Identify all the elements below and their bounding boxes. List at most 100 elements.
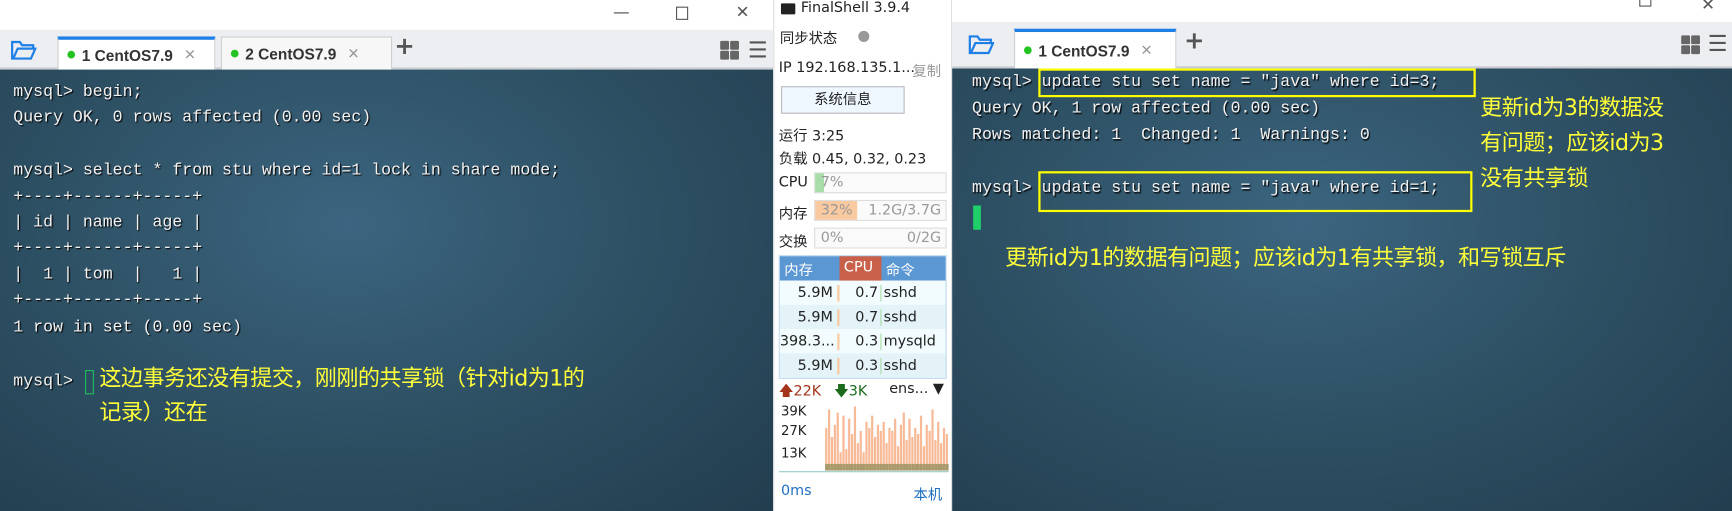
- minimize-button[interactable]: —: [613, 2, 630, 22]
- process-row[interactable]: 5.9M 0.7 sshd: [779, 304, 946, 330]
- iface-name: ens...: [889, 381, 929, 398]
- net-down-bar: [925, 463, 929, 471]
- process-row[interactable]: 5.9M 0.7 sshd: [779, 280, 946, 305]
- copy-ip-link[interactable]: 复制: [912, 60, 941, 81]
- net-down-bar: [845, 463, 849, 471]
- terminal-line: Query OK, 1 row affected (0.00 sec): [972, 99, 1321, 119]
- terminal-line: 1 row in set (0.00 sec): [13, 318, 242, 337]
- net-bar: [882, 421, 885, 471]
- maximize-button[interactable]: [1639, 0, 1652, 7]
- process-table: 内存 CPU 命令 5.9M 0.7 sshd 5.9M 0.7 sshd 398.3...…: [778, 255, 947, 379]
- col-mem[interactable]: 内存: [780, 258, 840, 279]
- process-cpu: 0.3: [839, 333, 882, 350]
- right-title-bar: [952, 0, 1732, 23]
- maximize-button[interactable]: [676, 6, 689, 20]
- tab-label: 1 CentOS7.9: [81, 45, 173, 64]
- add-tab-icon[interactable]: +: [394, 33, 414, 61]
- net-down-bar: [868, 463, 872, 471]
- net-down-bar: [856, 463, 860, 471]
- left-terminal[interactable]: mysql> begin; Query OK, 0 rows affected …: [0, 69, 774, 511]
- process-cmd: sshd: [883, 284, 917, 302]
- net-bar: [842, 415, 845, 471]
- right-tab-bar: 1 CentOS7.9 ✕ + ☰: [952, 22, 1732, 69]
- terminal-line: +----+------+-----+: [13, 290, 203, 310]
- load-average: 负载 0.45, 0.32, 0.23: [778, 151, 927, 168]
- chart-tick-label: 39K: [781, 404, 807, 419]
- net-bar: [871, 415, 874, 471]
- net-down-bar: [917, 463, 920, 471]
- process-mem: 398.3...: [780, 333, 840, 350]
- menu-icon[interactable]: ☰: [1708, 30, 1728, 57]
- tab-1-centos[interactable]: 1 CentOS7.9 ✕: [1014, 28, 1177, 69]
- iface-select[interactable]: ens... ▼: [889, 381, 944, 398]
- left-tab-bar: 1 CentOS7.9 ✕ 2 CentOS7.9 ✕ + ☰: [0, 29, 774, 70]
- process-mem: 5.9M: [780, 308, 840, 326]
- connected-dot-icon: [1023, 46, 1032, 55]
- col-cmd[interactable]: 命令: [881, 258, 915, 279]
- layout-grid-icon[interactable]: [1681, 35, 1701, 55]
- close-tab-icon[interactable]: ✕: [184, 46, 196, 64]
- net-down-bar: [828, 463, 831, 471]
- net-down-bar: [850, 463, 854, 471]
- mem-percent: 32%: [820, 202, 853, 219]
- app-title: FinalShell 3.9.4: [800, 0, 911, 18]
- net-down-bar: [896, 463, 900, 471]
- host-label[interactable]: 本机: [914, 483, 943, 504]
- terminal-line: mysql> select * from stu where id=1 lock…: [13, 161, 561, 181]
- swap-usage-bar: 0% 0/2G: [814, 227, 947, 249]
- finalshell-sidebar: FinalShell 3.9.4 同步状态 IP 192.168.135.1..…: [773, 0, 953, 511]
- net-down-bar: [833, 463, 837, 471]
- folder-icon[interactable]: [968, 33, 995, 55]
- net-down-bar: [902, 463, 906, 471]
- close-button[interactable]: ✕: [1701, 0, 1715, 14]
- col-cpu[interactable]: CPU: [839, 256, 882, 281]
- cpu-percent: 7%: [820, 174, 844, 192]
- net-down-bar: [830, 463, 834, 471]
- net-down-bar: [873, 463, 877, 471]
- annotation-text: 这边事务还没有提交，刚刚的共享锁（针对id为1的: [99, 364, 585, 392]
- net-down-bar: [919, 463, 923, 471]
- upload-rate: 22K: [793, 383, 822, 400]
- close-tab-icon[interactable]: ✕: [1140, 41, 1152, 59]
- terminal-line: Rows matched: 1 Changed: 1 Warnings: 0: [972, 125, 1370, 145]
- process-cmd: sshd: [883, 357, 917, 374]
- net-down-bar: [885, 463, 889, 471]
- close-button[interactable]: ✕: [736, 2, 750, 22]
- left-title-bar: [0, 0, 774, 30]
- net-bar: [931, 409, 934, 471]
- net-bar: [899, 424, 903, 471]
- net-down-bar: [836, 463, 840, 471]
- process-row[interactable]: 5.9M 0.3 sshd: [779, 353, 946, 378]
- tab-1-centos[interactable]: 1 CentOS7.9 ✕: [57, 36, 216, 70]
- folder-icon[interactable]: [10, 39, 37, 61]
- net-down-bar: [934, 463, 938, 471]
- net-down-bar: [928, 463, 932, 471]
- net-bar: [828, 409, 831, 471]
- annotation-text: 更新id为1的数据有问题；应该id为1有共享锁，和写锁互斥: [1005, 244, 1566, 271]
- process-cpu: 0.3: [839, 357, 882, 374]
- layout-grid-icon[interactable]: [720, 40, 740, 61]
- system-info-button[interactable]: 系统信息: [780, 86, 905, 114]
- net-bar: [853, 406, 857, 471]
- net-down-bar: [876, 463, 880, 471]
- tab-label: 1 CentOS7.9: [1038, 41, 1130, 60]
- annotation-text: 记录）还在: [99, 398, 208, 426]
- net-down-bar: [848, 463, 851, 471]
- net-down-bar: [865, 463, 869, 471]
- close-tab-icon[interactable]: ✕: [347, 45, 359, 63]
- menu-icon[interactable]: ☰: [748, 36, 768, 63]
- net-down-bar: [894, 463, 897, 471]
- process-row[interactable]: 398.3... 0.3 mysqld: [779, 329, 946, 354]
- connected-dot-icon: [67, 50, 76, 59]
- net-bar: [937, 421, 940, 471]
- terminal-line: | id | name | age |: [13, 213, 203, 232]
- net-down-bar: [914, 463, 918, 471]
- right-terminal[interactable]: mysql> update stu set name = "java" wher…: [952, 68, 1732, 511]
- net-bar: [902, 412, 905, 471]
- net-bar: [833, 424, 836, 471]
- add-tab-icon[interactable]: +: [1184, 28, 1204, 56]
- terminal-line: +----+------+-----+: [13, 187, 203, 207]
- swap-percent: 0%: [820, 229, 844, 247]
- tab-2-centos[interactable]: 2 CentOS7.9 ✕: [220, 36, 393, 70]
- network-chart: 39K 27K 13K: [778, 404, 949, 473]
